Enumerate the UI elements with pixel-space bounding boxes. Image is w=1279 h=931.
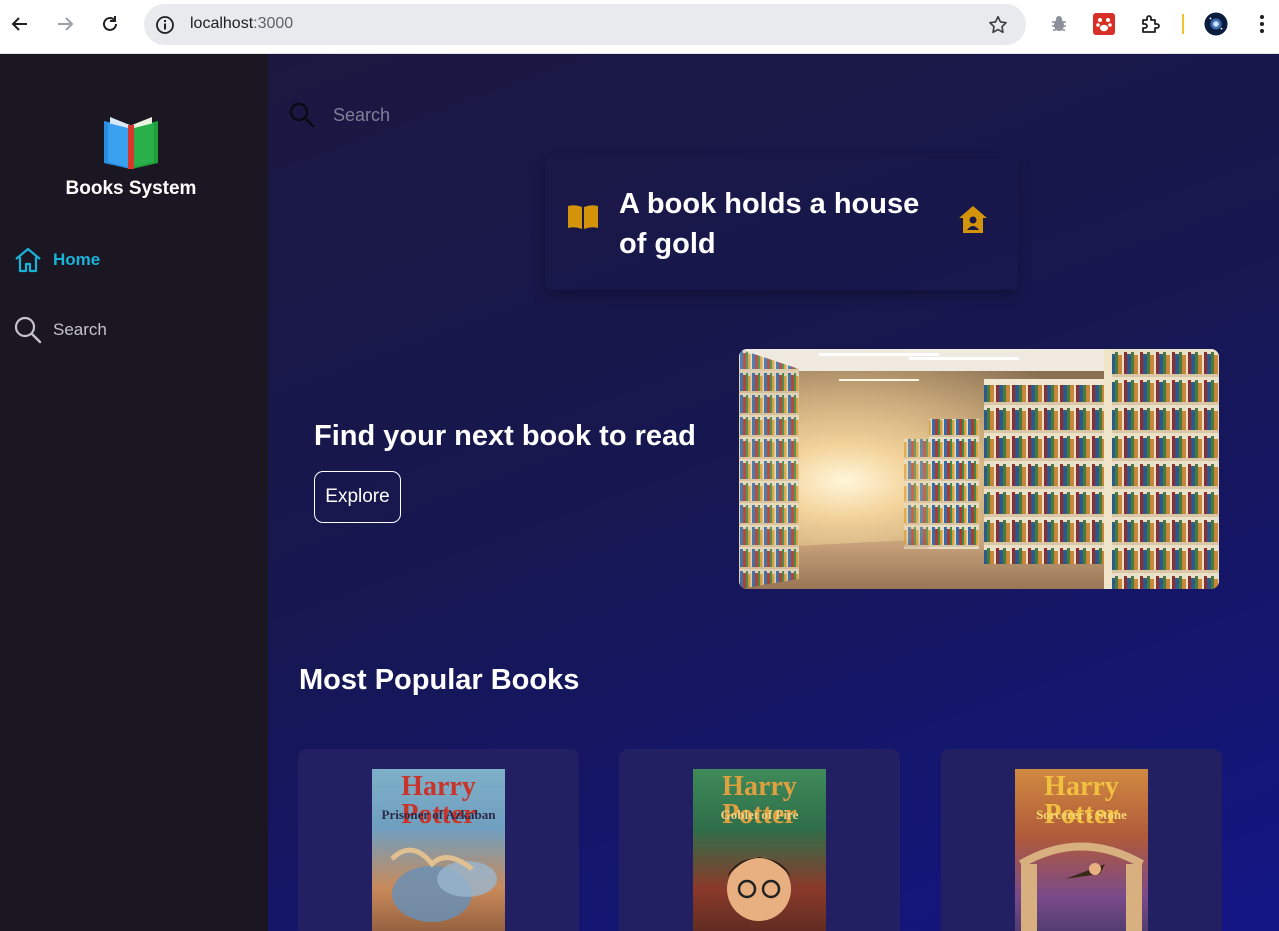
forward-button[interactable] — [50, 9, 80, 39]
paw-extension-icon[interactable] — [1092, 12, 1116, 36]
search-icon — [289, 102, 315, 128]
sidebar-item-label: Home — [53, 250, 101, 269]
address-text[interactable]: localhost:3000 — [190, 15, 293, 33]
quote-card: A book holds a house of gold — [545, 158, 1018, 290]
book-cover-image: Harry Potter Sorcerer's Stone — [1015, 769, 1148, 931]
book-card[interactable]: Harry Potter Goblet of Fire — [619, 749, 900, 931]
more-menu-icon[interactable] — [1250, 12, 1274, 36]
sidebar-item-home[interactable]: Home — [12, 243, 100, 277]
book-card[interactable]: Harry Potter Sorcerer's Stone — [941, 749, 1222, 931]
explore-button[interactable]: Explore — [314, 471, 401, 523]
home-icon — [12, 244, 44, 276]
search-icon — [12, 314, 44, 346]
sidebar-item-label: Search — [53, 320, 107, 339]
books-logo-icon — [100, 109, 162, 171]
site-info-icon[interactable] — [154, 14, 176, 36]
sidebar: Books System Home Search — [0, 54, 268, 931]
reload-button[interactable] — [95, 9, 125, 39]
book-cover-image: Harry Potter Goblet of Fire — [693, 769, 826, 931]
profile-avatar[interactable] — [1204, 12, 1228, 36]
house-user-icon — [959, 206, 987, 233]
book-cover-image: Harry Potter Prisoner of Azkaban — [372, 769, 505, 931]
url-port: :3000 — [253, 15, 294, 32]
sidebar-item-search[interactable]: Search — [12, 313, 107, 347]
address-bar[interactable]: localhost:3000 — [144, 4, 1026, 45]
section-title: Most Popular Books — [299, 664, 580, 696]
book-card[interactable]: Harry Potter Prisoner of Azkaban — [298, 749, 579, 931]
bookmark-star-icon[interactable] — [986, 13, 1010, 37]
library-hero-image — [739, 349, 1219, 589]
hero-title: Find your next book to read — [314, 420, 696, 452]
url-host: localhost — [190, 15, 254, 32]
toolbar-separator — [1182, 14, 1184, 34]
open-book-icon — [568, 205, 598, 229]
arrow-right-icon — [58, 17, 74, 31]
search-input[interactable]: Search — [333, 105, 390, 126]
search-bar[interactable]: Search — [288, 100, 390, 130]
quote-text: A book holds a house of gold — [619, 188, 920, 260]
reload-icon — [103, 16, 117, 31]
puzzle-extensions-icon[interactable] — [1138, 12, 1162, 36]
browser-toolbar: localhost:3000 — [0, 0, 1279, 54]
back-button[interactable] — [5, 9, 35, 39]
bug-extension-icon[interactable] — [1047, 12, 1071, 36]
arrow-left-icon — [11, 17, 27, 31]
main-content: Search A book holds a house of gold Find… — [268, 54, 1279, 931]
brand-name: Books System — [65, 178, 197, 199]
